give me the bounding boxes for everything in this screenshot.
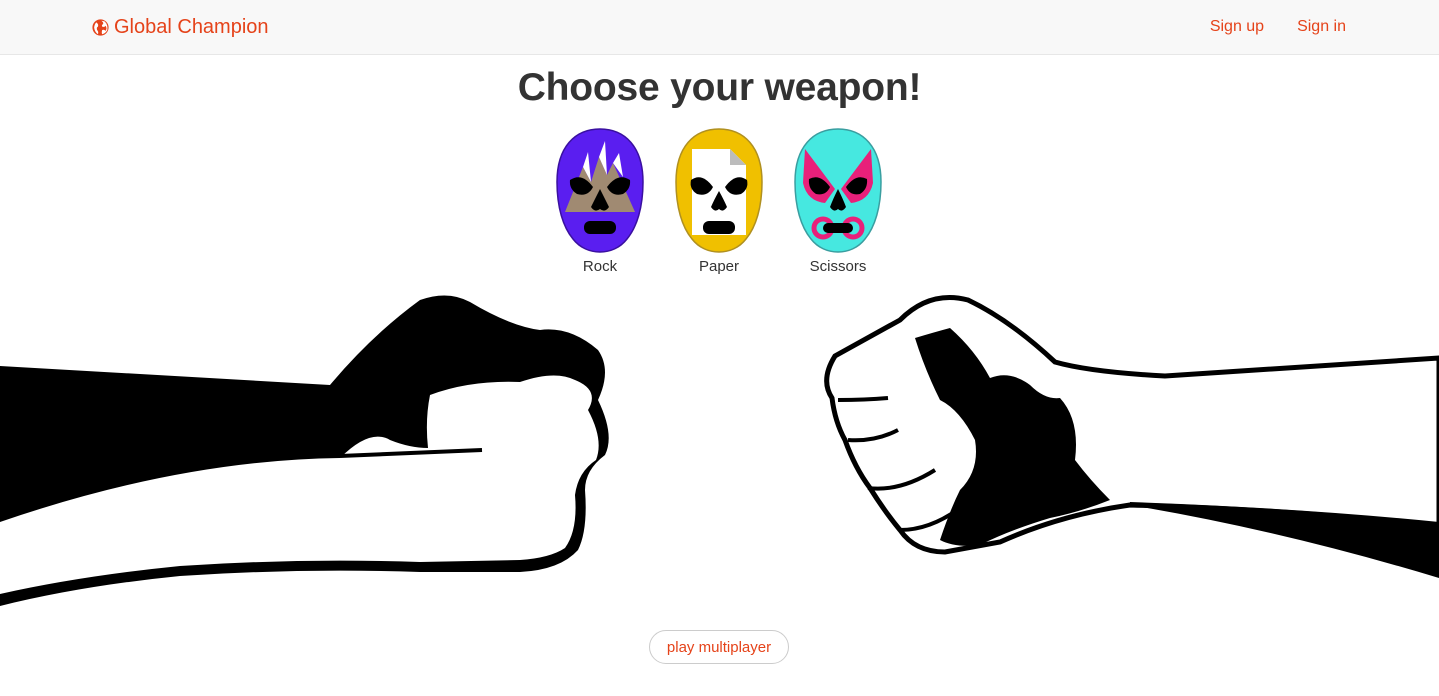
fists-illustration: [0, 295, 1439, 606]
brand-text: Global Champion: [114, 16, 269, 38]
globe-icon: [92, 19, 109, 36]
weapon-rock-label: Rock: [582, 258, 618, 275]
rock-mask-icon: [556, 128, 644, 253]
weapon-paper[interactable]: Paper: [669, 127, 769, 275]
sign-in-link[interactable]: Sign in: [1297, 18, 1346, 36]
scissors-mask-icon: [794, 128, 882, 253]
nav-links: Sign up Sign in: [1210, 18, 1346, 36]
navbar: Global Champion Sign up Sign in: [0, 0, 1439, 55]
weapon-choices: Rock Paper Scissors: [540, 127, 900, 277]
weapon-rock[interactable]: Rock: [550, 127, 650, 275]
paper-mask-icon: [675, 128, 763, 253]
weapon-scissors[interactable]: Scissors: [788, 127, 888, 275]
left-fist-icon: [0, 295, 609, 606]
weapon-paper-label: Paper: [698, 258, 740, 275]
sign-up-link[interactable]: Sign up: [1210, 18, 1264, 36]
page-title: Choose your weapon!: [517, 66, 922, 109]
brand-link[interactable]: Global Champion: [92, 16, 269, 39]
play-multiplayer-button[interactable]: play multiplayer: [649, 630, 789, 664]
right-fist-icon: [824, 295, 1439, 578]
weapon-scissors-label: Scissors: [809, 258, 867, 275]
